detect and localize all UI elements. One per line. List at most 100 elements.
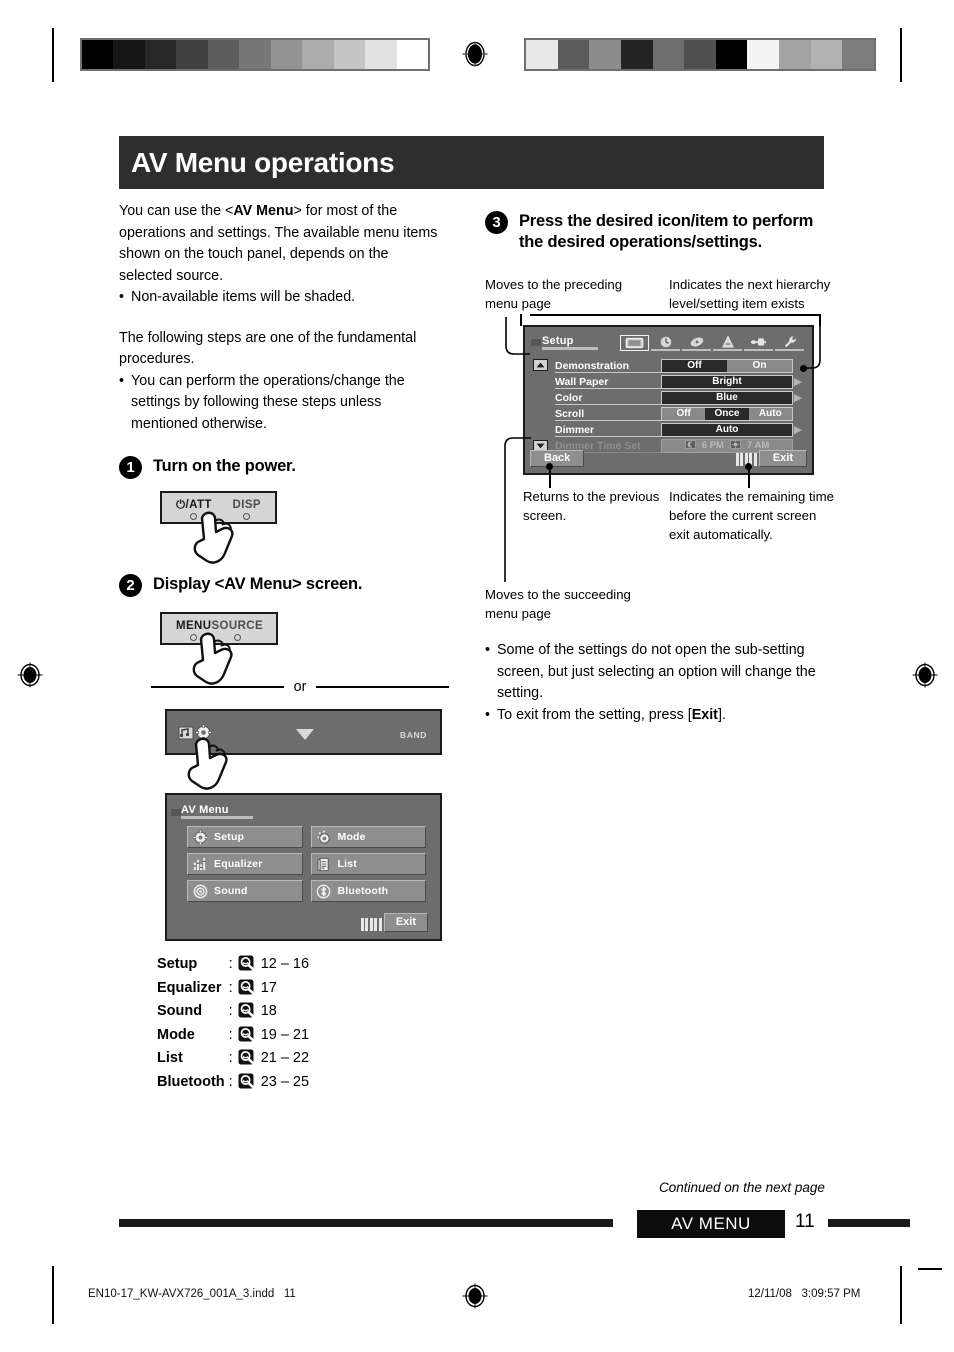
setup-tab-language[interactable]	[713, 335, 742, 351]
reference-row: Mode: 19 – 21	[157, 1024, 309, 1048]
panel-title-tab	[531, 339, 541, 346]
callout-dot-timer	[745, 463, 752, 470]
av-menu-item-bluetooth[interactable]: Bluetooth	[310, 880, 426, 902]
calibration-swatch	[810, 40, 843, 69]
chevron-right-icon[interactable]: ▶	[793, 376, 803, 388]
page-title: AV Menu operations	[131, 146, 395, 178]
setup-option[interactable]: Off	[662, 359, 727, 372]
av-menu-item-sound[interactable]: Sound	[187, 880, 303, 902]
calibration-swatch	[557, 40, 590, 69]
crop-mark-bottom-right-v	[900, 1266, 902, 1324]
list-icon	[316, 856, 332, 872]
setup-row-label: Dimmer	[555, 423, 661, 437]
setup-row-label: Wall Paper	[555, 375, 661, 389]
setup-option[interactable]: Auto	[748, 407, 792, 420]
reference-separator: :	[228, 956, 233, 972]
setup-row: Wall Paper Bright ▶	[555, 374, 803, 389]
callout-curve-right-top	[805, 317, 821, 369]
page-title-bar: AV Menu operations	[119, 136, 824, 189]
calibration-strip-right	[524, 38, 876, 71]
calibration-swatch	[589, 40, 621, 69]
manual-page: AV Menu operations You can use the <AV M…	[0, 0, 954, 1352]
calibration-swatch	[239, 40, 271, 69]
av-menu-item-label: Mode	[337, 831, 366, 843]
footer-rule-left	[119, 1219, 613, 1227]
step-3-title: Press the desired icon/item to perform t…	[519, 212, 814, 251]
continued-note: Continued on the next page	[659, 1180, 825, 1195]
sound-icon	[192, 883, 208, 899]
scroll-up-button[interactable]	[533, 359, 548, 371]
av-menu-item-list[interactable]: List	[310, 853, 426, 875]
av-menu-item-mode[interactable]: Mode	[310, 826, 426, 848]
setup-option[interactable]: Off	[662, 407, 706, 420]
left-column-intro: You can use the <AV Menu> for most of th…	[119, 201, 441, 435]
setup-back-button[interactable]: Back	[530, 450, 585, 467]
or-divider: or	[151, 679, 449, 695]
av-menu-item-setup[interactable]: Setup	[187, 826, 303, 848]
setup-row-label: Scroll	[555, 407, 661, 421]
av-menu-title: AV Menu	[181, 804, 253, 819]
setup-row: DemonstrationOffOn▶	[555, 358, 803, 373]
calibration-swatch	[176, 40, 208, 69]
calibration-swatch	[526, 40, 558, 69]
chevron-right-icon[interactable]: ▶	[793, 424, 803, 436]
setup-row-options: Off On	[661, 358, 793, 373]
or-label: or	[293, 679, 307, 695]
reference-name: Mode	[157, 1026, 195, 1043]
right-note-2-text: To exit from the setting, press [Exit].	[497, 705, 726, 727]
intro-bullet-2: • You can perform the operations/change …	[119, 371, 441, 436]
setup-option[interactable]: Auto	[662, 423, 792, 436]
intro-text-bold: AV Menu	[233, 203, 294, 219]
setup-exit-button[interactable]: Exit	[758, 450, 807, 467]
reference-separator: :	[228, 1050, 233, 1066]
calibration-swatch	[82, 40, 114, 69]
setup-option[interactable]: Blue	[662, 391, 792, 404]
setup-tab-audio[interactable]	[682, 335, 711, 351]
calibration-swatch	[684, 40, 716, 69]
calibration-swatch	[302, 40, 334, 69]
setup-option[interactable]: Once	[705, 407, 749, 420]
setup-tab-display[interactable]	[620, 335, 649, 351]
callout-preceding-page: Moves to the preceding menu page	[485, 277, 623, 311]
setup-tab-tuner[interactable]	[744, 335, 773, 351]
step-3-number: 3	[485, 211, 508, 234]
reference-separator: :	[228, 1026, 233, 1043]
footer-rule-right	[828, 1219, 910, 1227]
setup-rows: DemonstrationOffOn▶Wall PaperBright▶Colo…	[555, 358, 803, 454]
reference-pages-cell: 17	[238, 977, 309, 1001]
setup-screen: Setup Demonstration Off On Wall Paper Br…	[523, 325, 814, 475]
setup-row-options: Blue	[661, 390, 793, 405]
setup-option[interactable]: Bright	[662, 375, 792, 388]
registration-mark-top	[462, 41, 488, 67]
bluetooth-icon	[316, 883, 332, 899]
setup-tab-wrench[interactable]	[775, 335, 804, 351]
reference-row: List: 21 – 22	[157, 1047, 309, 1071]
band-label[interactable]: BAND	[400, 730, 427, 740]
down-triangle-icon[interactable]	[295, 729, 314, 740]
right-column-notes: • Some of the settings do not open the s…	[485, 640, 830, 726]
calibration-swatch	[396, 40, 428, 69]
setup-row-label: Color	[555, 391, 661, 405]
right-note-2-exit-key: Exit	[691, 706, 718, 723]
magnifier-icon	[238, 1026, 257, 1042]
reference-pages-cell: 19 – 21	[238, 1024, 309, 1048]
chevron-right-icon[interactable]: ▶	[793, 392, 803, 404]
av-menu-item-equalizer[interactable]: Equalizer	[187, 853, 303, 875]
calibration-swatch	[747, 40, 780, 69]
gear-icon	[192, 829, 208, 845]
bullet-dot-icon: •	[119, 372, 125, 389]
setup-tab-clock[interactable]	[651, 335, 680, 351]
av-menu-item-label: Sound	[214, 885, 248, 897]
registration-mark-left	[17, 662, 43, 688]
calibration-swatch	[270, 40, 303, 69]
footer-section-chip: AV MENU	[637, 1210, 785, 1238]
reference-row: Bluetooth: 23 – 25	[157, 1071, 309, 1095]
calibration-swatch	[652, 40, 685, 69]
callout-remaining-time: Indicates the remaining time before the …	[669, 489, 834, 542]
bullet-dot-icon: •	[485, 706, 491, 723]
setup-option[interactable]: On	[727, 359, 792, 372]
callout-dot-hierarchy	[800, 365, 807, 372]
imprint-file-page: 11	[283, 1288, 296, 1300]
calibration-strip-left	[80, 38, 430, 71]
av-menu-exit-button[interactable]: Exit	[383, 913, 428, 932]
